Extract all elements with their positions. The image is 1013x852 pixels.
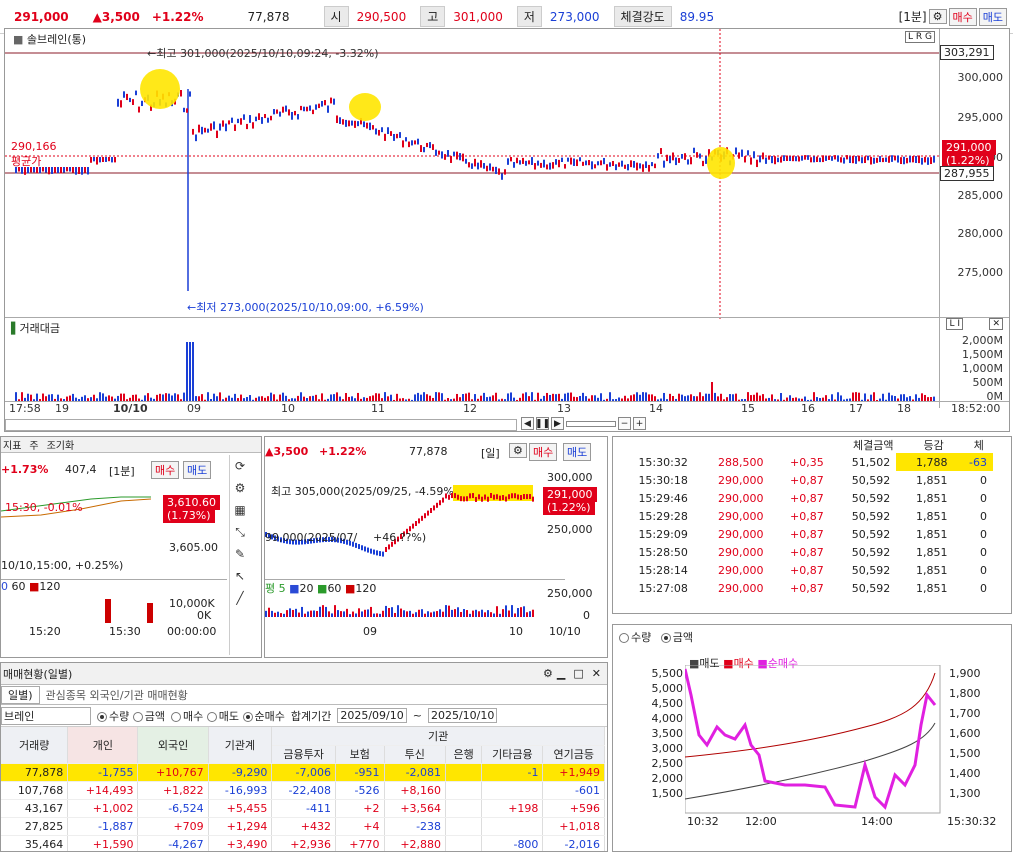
minimize-icon[interactable]: ▁ (557, 667, 565, 680)
gear-icon[interactable]: ⚙ (230, 477, 250, 499)
tick-row: 15:30:18 290,000 +0,87 50,592 1,851 0 (638, 473, 987, 487)
stock-field[interactable]: 브레인 (1, 706, 91, 725)
zoom-in-icon[interactable]: + (633, 417, 646, 430)
close-icon[interactable]: ✕ (592, 667, 601, 680)
tick-table: 15:30:32 288,500 +0,35 51,502 1,788 -63 15:30:… (613, 453, 993, 597)
flow-options[interactable]: 수량 금액 (619, 629, 693, 645)
sell-button[interactable]: 매도 (978, 7, 1007, 26)
next-icon[interactable]: ▶ (551, 417, 564, 430)
high-annotation: ←최고 301,000(2025/10/10,09:24, -3.32%) (147, 47, 379, 60)
avg-price-value: 290,166 (11, 140, 57, 153)
price-change: ▲3,500 (92, 9, 140, 24)
high-label: 고 (420, 6, 446, 27)
price-axis: 300,000 295,000 290,000 285,000 280,000 … (939, 29, 1009, 319)
chart-toolbar[interactable]: ◀ ❚❚ ▶ − + (521, 417, 646, 430)
tab-daily[interactable]: 일별) (1, 685, 40, 704)
maximize-icon[interactable]: □ (573, 667, 583, 680)
tick-row: 15:29:09 290,000 +0,87 50,592 1,851 0 (638, 527, 987, 541)
tick-row: 15:29:46 290,000 +0,87 50,592 1,851 0 (638, 491, 987, 505)
flow-chart-panel[interactable]: 수량 금액 ■매도 ■매수 ■순매수 5,500 5,000 4,500 4,0… (612, 624, 1012, 852)
index-change-pct: +1.73% (1, 463, 49, 476)
daily-interval[interactable]: [일] (481, 445, 500, 461)
refresh-icon[interactable]: ⟳ (230, 455, 250, 477)
trade-row: 27,825 -1,887 +709 +1,294 +432 +4 -238 +1,018 (1, 817, 605, 836)
interval-selector[interactable]: [1분] (899, 8, 927, 25)
avg-price-label: 평균가 (11, 155, 42, 168)
daily-sell-button[interactable]: 매도 (563, 443, 592, 461)
prev-icon[interactable]: ◀ (521, 417, 534, 430)
trade-panel[interactable]: 매매현황(일별) ⚙ ▁ □ ✕ 일별) 관심종목 외국인/기관 매매현황 브레… (0, 662, 608, 852)
zoom-out-icon[interactable]: − (618, 417, 631, 430)
low-value: 273,000 (549, 9, 600, 24)
tick-row: 15:29:28 290,000 +0,87 50,592 1,851 0 (638, 509, 987, 523)
daily-chart-panel[interactable]: ▲3,500 +1.22% 77,878 [일] ⚙ 매수 매도 최고 305,… (264, 436, 608, 658)
time-axis: 17:58 19 10/10 09 10 11 12 13 14 15 16 1… (5, 401, 1009, 417)
pause-icon[interactable]: ❚❚ (535, 417, 550, 430)
tick-row: 15:27:08 290,000 +0,87 50,592 1,851 0 (638, 581, 987, 595)
trade-row: 43,167 +1,002 -6,524 +5,455 -411 +2 +3,564 +198… (1, 799, 605, 818)
tag-high: 303,291 (940, 45, 994, 60)
chart-type-icon[interactable]: ▦ (230, 499, 250, 521)
main-chart[interactable]: ■ 솔브레인(통) L R G ←최고 301,000(2025/10/10,0… (4, 28, 1010, 432)
settings-icon[interactable]: ⚙ (928, 9, 947, 24)
draw-icon[interactable]: ✎ (230, 543, 250, 565)
flow-plot (685, 665, 941, 814)
flow-x-axis: 10:32 12:00 14:00 15:30:32 (687, 815, 997, 828)
volume: 77,878 (247, 9, 290, 24)
high-value: 301,000 (453, 9, 503, 24)
index-sell-button[interactable]: 매도 (183, 461, 212, 479)
daily-ma-legend: 평 5 ■20 ■60 ■120 (265, 579, 565, 596)
daily-buy-button[interactable]: 매수 (529, 443, 558, 461)
price-plot (5, 29, 941, 319)
date-from[interactable]: 2025/09/10 (337, 708, 407, 723)
gear-icon[interactable]: ⚙ (543, 667, 553, 680)
tick-row: 15:28:14 290,000 +0,87 50,592 1,851 0 (638, 563, 987, 577)
strength-value: 89.95 (679, 9, 715, 24)
time-axis-end: 18:52:00 (951, 402, 1001, 415)
current-price: 291,000 (14, 9, 69, 24)
index-value: 407,4 (65, 463, 97, 476)
price-change-pct: +1.22% (151, 9, 204, 24)
horizontal-scrollbar[interactable] (5, 419, 517, 431)
index-menu[interactable]: 지표 주 조기화 (1, 437, 261, 453)
date-to[interactable]: 2025/10/10 (427, 708, 498, 723)
drawing-tools[interactable]: ⟳ ⚙ ▦ ⤡ ✎ ↖ ╱ (229, 455, 259, 655)
low-annotation: ←최저 273,000(2025/10/10,09:00, +6.59%) (187, 301, 424, 314)
pointer-icon[interactable]: ↖ (230, 565, 250, 587)
index-chart-panel[interactable]: 지표 주 조기화 +1.73% 407,4 [1분] 매수 매도 15:30, -0… (0, 436, 262, 658)
buy-button[interactable]: 매수 (948, 7, 977, 26)
trade-table: 거래량 개인 외국인 기관계 기관 금융투자 보험 투신 은행 기타금융 연기금… (1, 727, 605, 851)
cursor-icon[interactable]: ⤡ (230, 521, 250, 543)
qty-amt-options[interactable]: 수량 금액 (97, 708, 165, 724)
trade-panel-title: 매매현황(일별) (3, 667, 73, 681)
volume-pane: ▌거래대금 L I ✕ 2,000M 1,500M 1,000M 500M 0M (5, 317, 1009, 409)
tick-table-panel[interactable]: 체결금액 등감 체 15:30:32 288,500 +0,35 51,502 1,788-… (612, 436, 1012, 614)
line-tool-icon[interactable]: ╱ (230, 587, 250, 609)
index-ma-legend: 0 60 ■120 (1, 579, 227, 593)
tick-row: 15:28:50 290,000 +0,87 50,592 1,851 0 (638, 545, 987, 559)
trade-row: 35,464 +1,590 -4,267 +3,490 +2,936 +770 +2,880… (1, 835, 605, 851)
side-options[interactable]: 매수 매도 순매수 (171, 708, 285, 724)
trade-row: 77,878 -1,755 +10,767 -9,290 -7,006 -951 -2,08… (1, 763, 605, 782)
zoom-slider[interactable] (566, 420, 616, 427)
tab-watchlist[interactable]: 관심종목 외국인/기관 매매현황 (40, 687, 194, 703)
daily-settings-icon[interactable]: ⚙ (509, 443, 527, 458)
tick-row: 15:30:32 288,500 +0,35 51,502 1,788 -63 (613, 453, 993, 471)
flow-left-axis: 5,500 5,000 4,500 4,000 3,500 3,000 2,50… (651, 667, 684, 800)
tag-low: 287,955 (940, 166, 994, 181)
flow-right-axis: 1,900 1,800 1,700 1,600 1,500 1,400 1,30… (949, 667, 981, 800)
open-value: 290,500 (356, 9, 407, 24)
strength-label: 체결강도 (613, 6, 672, 27)
open-label: 시 (323, 6, 349, 27)
trade-row: 107,768 +14,493 +1,822 -16,993 -22,408 -526 +8… (1, 781, 605, 800)
low-label: 저 (516, 6, 542, 27)
